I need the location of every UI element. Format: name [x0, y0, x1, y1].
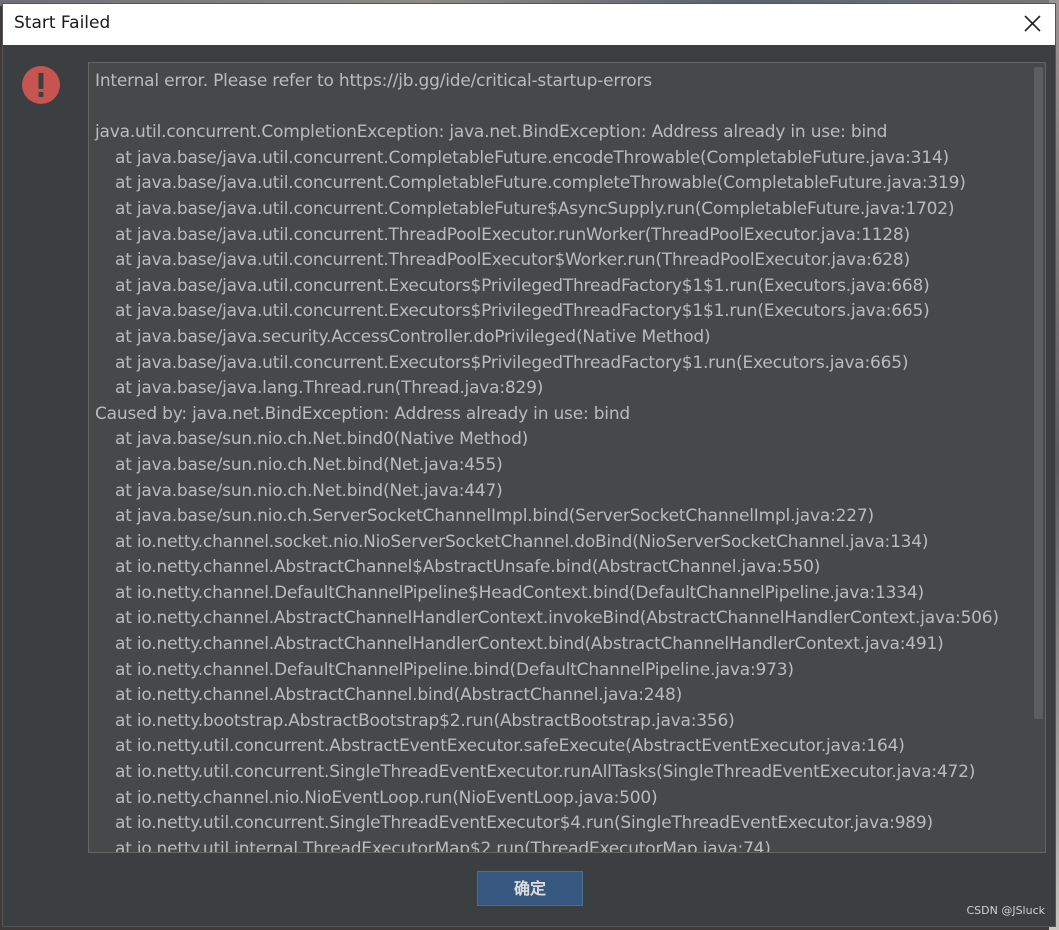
- message-line: at io.netty.channel.socket.nio.NioServer…: [115, 531, 929, 552]
- message-line: at io.netty.channel.DefaultChannelPipeli…: [115, 582, 924, 603]
- message-line: at io.netty.channel.AbstractChannelHandl…: [115, 608, 999, 629]
- message-line: at io.netty.util.internal.ThreadExecutor…: [115, 838, 771, 853]
- message-line: [95, 95, 1027, 121]
- message-line: at java.base/java.security.AccessControl…: [115, 326, 711, 347]
- message-line: at io.netty.channel.nio.NioEventLoop.run…: [115, 787, 658, 808]
- error-message-text: Internal error. Please refer to https://…: [95, 69, 1027, 853]
- message-line: at java.base/java.util.concurrent.Thread…: [115, 224, 910, 245]
- message-line: Caused by: java.net.BindException: Addre…: [95, 403, 630, 424]
- message-line: at java.base/java.util.concurrent.Execut…: [115, 352, 909, 373]
- message-line: at java.base/sun.nio.ch.Net.bind0(Native…: [115, 429, 529, 450]
- message-line: at io.netty.channel.AbstractChannelHandl…: [115, 634, 944, 655]
- message-line: at io.netty.util.concurrent.AbstractEven…: [115, 736, 905, 757]
- message-line: java.util.concurrent.CompletionException…: [95, 122, 888, 143]
- message-line: at io.netty.bootstrap.AbstractBootstrap$…: [115, 710, 735, 731]
- message-line: at java.base/java.util.concurrent.Comple…: [115, 173, 966, 194]
- close-button[interactable]: [1009, 4, 1055, 45]
- error-exclamation-icon: [21, 65, 61, 105]
- ok-button[interactable]: 确定: [477, 871, 583, 906]
- vertical-scrollbar[interactable]: [1031, 63, 1045, 852]
- close-icon: [1024, 15, 1041, 32]
- message-line: at java.base/sun.nio.ch.ServerSocketChan…: [115, 506, 874, 527]
- message-line: at java.base/java.util.concurrent.Execut…: [115, 301, 930, 322]
- message-line: at io.netty.channel.AbstractChannel.bind…: [115, 685, 683, 706]
- message-line: at java.base/java.util.concurrent.Comple…: [115, 147, 949, 168]
- message-line: at java.base/java.lang.Thread.run(Thread…: [115, 378, 544, 399]
- start-failed-dialog: Start Failed Internal error. Please refe…: [2, 3, 1056, 927]
- watermark: CSDN @JSluck: [966, 904, 1045, 917]
- scrollbar-thumb[interactable]: [1034, 67, 1043, 719]
- dialog-titlebar: Start Failed: [3, 4, 1055, 45]
- message-line: at io.netty.util.concurrent.SingleThread…: [115, 813, 933, 834]
- message-line: at java.base/java.util.concurrent.Execut…: [115, 275, 930, 296]
- message-line: at java.base/sun.nio.ch.Net.bind(Net.jav…: [115, 454, 503, 475]
- error-details-textarea[interactable]: Internal error. Please refer to https://…: [88, 62, 1046, 853]
- message-line: at java.base/java.util.concurrent.Thread…: [115, 250, 910, 271]
- message-line: Internal error. Please refer to https://…: [95, 71, 652, 91]
- message-line: at io.netty.util.concurrent.SingleThread…: [115, 762, 976, 783]
- message-line: at java.base/java.util.concurrent.Comple…: [115, 198, 955, 219]
- message-line: at io.netty.channel.AbstractChannel$Abst…: [115, 557, 821, 578]
- dialog-title: Start Failed: [14, 13, 111, 33]
- message-line: at io.netty.channel.DefaultChannelPipeli…: [115, 659, 794, 680]
- message-line: at java.base/sun.nio.ch.Net.bind(Net.jav…: [115, 480, 503, 501]
